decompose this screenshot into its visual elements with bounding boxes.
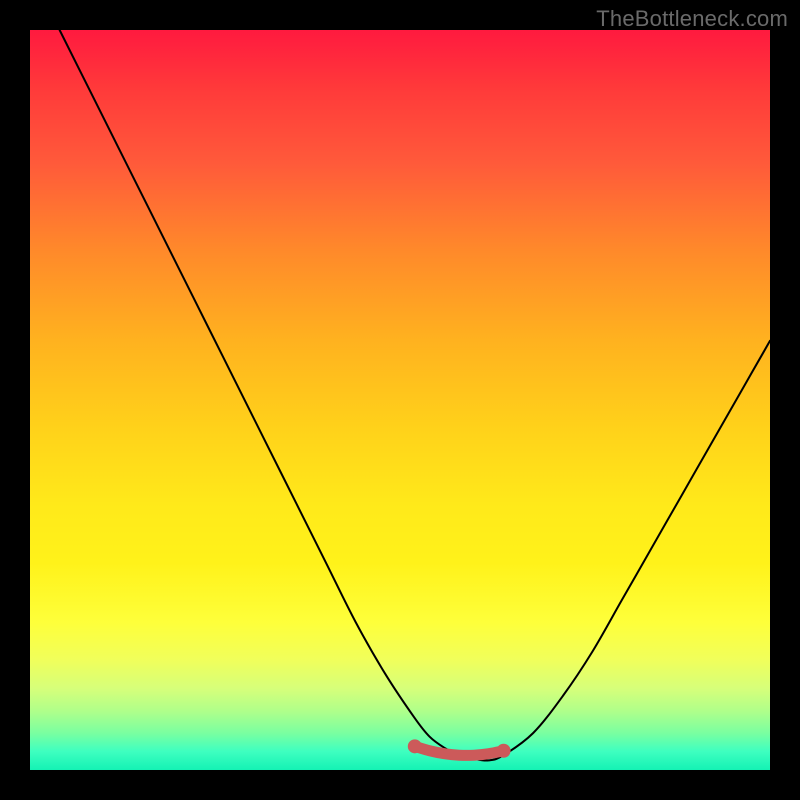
valley-marker-line: [415, 746, 504, 755]
watermark-text: TheBottleneck.com: [596, 6, 788, 32]
valley-marker-dot-left: [408, 739, 422, 753]
valley-marker-dot-right: [497, 744, 511, 758]
chart-frame: TheBottleneck.com: [0, 0, 800, 800]
bottleneck-curve: [60, 30, 770, 761]
bottleneck-curve-svg: [30, 30, 770, 770]
plot-area: [30, 30, 770, 770]
